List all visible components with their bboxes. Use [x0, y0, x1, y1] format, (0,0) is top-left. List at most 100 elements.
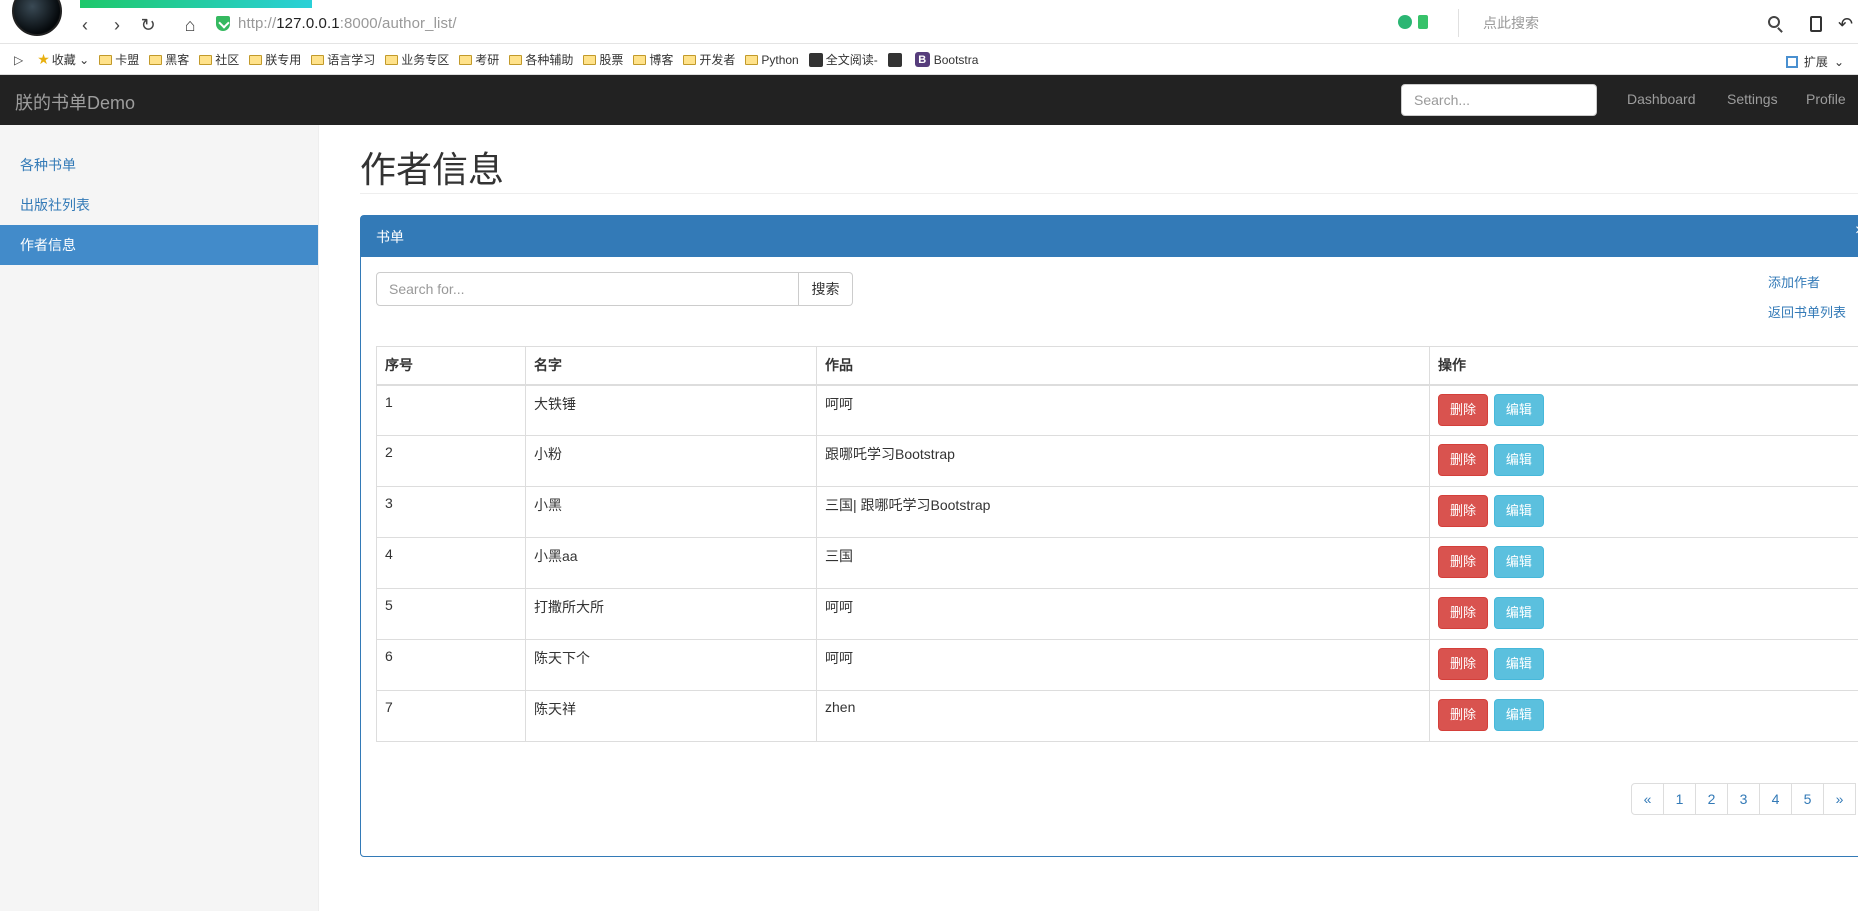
- edit-button[interactable]: 编辑: [1493, 699, 1544, 731]
- delete-button[interactable]: 删除: [1438, 699, 1489, 731]
- extension-icons: [1398, 15, 1428, 29]
- bookmark-link[interactable]: [887, 52, 905, 67]
- search-button[interactable]: 搜索: [799, 272, 853, 306]
- add-author-link[interactable]: 添加作者: [1768, 272, 1820, 291]
- delete-button[interactable]: 删除: [1438, 546, 1489, 578]
- folder-icon: [633, 54, 647, 65]
- bookmark-folder[interactable]: 黑客: [149, 51, 189, 68]
- chevron-down-icon: ⌄: [1833, 54, 1844, 69]
- sidebar-item-booklists[interactable]: 各种书单: [0, 145, 318, 185]
- bookmark-folder[interactable]: 考研: [459, 51, 499, 68]
- cell-actions: 删除 编辑: [1429, 486, 1858, 538]
- cell-works: 三国: [816, 537, 1430, 589]
- page-title: 作者信息: [360, 149, 505, 190]
- nav-link-settings[interactable]: Settings: [1727, 91, 1778, 107]
- bookmark-label: 朕专用: [265, 53, 302, 67]
- back-arrow-icon[interactable]: ‹: [74, 14, 96, 36]
- browser-search-placeholder: 点此搜索: [1483, 15, 1539, 31]
- bookmark-label: 语言学习: [327, 53, 376, 67]
- delete-button[interactable]: 删除: [1438, 393, 1489, 426]
- home-icon[interactable]: ⌂: [179, 14, 201, 36]
- nav-link-dashboard[interactable]: Dashboard: [1627, 91, 1696, 107]
- edit-button[interactable]: 编辑: [1493, 495, 1544, 527]
- edit-button[interactable]: 编辑: [1493, 444, 1544, 476]
- bookmark-folder[interactable]: 朕专用: [249, 51, 301, 68]
- pagination-page-3[interactable]: 3: [1727, 783, 1760, 815]
- cell-index: 7: [376, 690, 526, 742]
- search-group: 搜索: [376, 272, 853, 306]
- pagination-page-1[interactable]: 1: [1663, 783, 1696, 815]
- bookmark-folder[interactable]: 社区: [199, 51, 239, 68]
- nav-link-profile[interactable]: Profile: [1806, 91, 1846, 107]
- bookmark-folder[interactable]: 开发者: [683, 51, 735, 68]
- pagination-page-2[interactable]: 2: [1695, 783, 1728, 815]
- pagination: « 1 2 3 4 5 »: [1631, 783, 1856, 815]
- brand-logo[interactable]: 朕的书单Demo: [15, 89, 135, 115]
- search-input[interactable]: [376, 272, 799, 306]
- address-bar[interactable]: http://127.0.0.1:8000/author_list/: [216, 9, 1464, 37]
- url-text[interactable]: http://127.0.0.1:8000/author_list/: [238, 15, 457, 32]
- cell-index: 1: [376, 384, 526, 436]
- pagination-page-4[interactable]: 4: [1759, 783, 1792, 815]
- reload-icon[interactable]: ↻: [137, 14, 159, 36]
- undo-icon[interactable]: ↶: [1838, 14, 1853, 35]
- cell-name: 小黑aa: [525, 537, 817, 589]
- pagination-page-5[interactable]: 5: [1791, 783, 1824, 815]
- bookmark-folder[interactable]: 业务专区: [385, 51, 449, 68]
- bookmark-label: 博客: [649, 53, 674, 67]
- sidebar-item-publishers[interactable]: 出版社列表: [0, 185, 318, 225]
- cell-works: 跟哪吒学习Bootstrap: [816, 435, 1430, 487]
- browser-search-box[interactable]: 点此搜索: [1458, 9, 1790, 37]
- secure-shield-icon: [216, 15, 230, 31]
- cell-actions: 删除 编辑: [1429, 384, 1858, 436]
- folder-icon: [149, 54, 163, 65]
- cell-works: 三国| 跟哪吒学习Bootstrap: [816, 486, 1430, 538]
- cell-actions: 删除 编辑: [1429, 588, 1858, 640]
- bookmark-folder[interactable]: Python: [745, 53, 799, 67]
- search-icon[interactable]: [1768, 16, 1780, 28]
- bookmark-folder[interactable]: 卡盟: [99, 51, 139, 68]
- delete-button[interactable]: 删除: [1438, 597, 1489, 629]
- bookmark-label: 收藏: [51, 53, 76, 67]
- url-host: 127.0.0.1: [276, 14, 340, 32]
- bookmark-favorites[interactable]: ★ 收藏 ⌄: [37, 51, 89, 68]
- browser-avatar[interactable]: [12, 0, 62, 36]
- cell-actions: 删除 编辑: [1429, 435, 1858, 487]
- folder-icon: [745, 54, 759, 65]
- sidebar: 各种书单 出版社列表 作者信息: [0, 125, 319, 911]
- back-to-list-link[interactable]: 返回书单列表: [1768, 302, 1846, 321]
- tab-loading-bar: [80, 0, 312, 8]
- bookmark-link[interactable]: B Bootstra: [914, 52, 979, 67]
- edit-button[interactable]: 编辑: [1493, 597, 1544, 629]
- cell-name: 小黑: [525, 486, 817, 538]
- bookmark-label: Bootstra: [933, 52, 979, 67]
- navbar-search-input[interactable]: [1401, 84, 1597, 116]
- bookmark-folder[interactable]: 股票: [583, 51, 623, 68]
- edit-button[interactable]: 编辑: [1493, 648, 1544, 680]
- folder-icon: [683, 54, 697, 65]
- delete-button[interactable]: 删除: [1438, 495, 1489, 527]
- table-row: 3 小黑 三国| 跟哪吒学习Bootstrap 删除 编辑: [376, 486, 1858, 538]
- spinner-icon[interactable]: [1398, 15, 1412, 29]
- bookmark-folder[interactable]: 博客: [633, 51, 673, 68]
- lightning-icon[interactable]: [1418, 15, 1428, 29]
- bookmark-folder[interactable]: 语言学习: [311, 51, 375, 68]
- cell-works: 呵呵: [816, 384, 1430, 436]
- top-navbar: 朕的书单Demo Dashboard Settings Profile: [0, 75, 1858, 125]
- bookmark-folder[interactable]: 各种辅助: [509, 51, 573, 68]
- edit-button[interactable]: 编辑: [1493, 546, 1544, 578]
- phone-icon[interactable]: [1810, 16, 1822, 32]
- sidebar-toggle-icon[interactable]: ▷: [14, 53, 23, 67]
- pagination-next[interactable]: »: [1823, 783, 1856, 815]
- star-icon: ★: [37, 51, 50, 67]
- delete-button[interactable]: 删除: [1438, 444, 1489, 476]
- sidebar-item-authors[interactable]: 作者信息: [0, 225, 318, 265]
- delete-button[interactable]: 删除: [1438, 648, 1489, 680]
- bookmark-label: 开发者: [699, 53, 736, 67]
- forward-arrow-icon[interactable]: ›: [106, 14, 128, 36]
- bookmark-link[interactable]: 全文阅读-: [808, 51, 878, 68]
- cell-actions: 删除 编辑: [1429, 639, 1858, 691]
- edit-button[interactable]: 编辑: [1493, 393, 1544, 426]
- extensions-menu[interactable]: 扩展 ⌄: [1785, 53, 1844, 70]
- pagination-prev[interactable]: «: [1631, 783, 1664, 815]
